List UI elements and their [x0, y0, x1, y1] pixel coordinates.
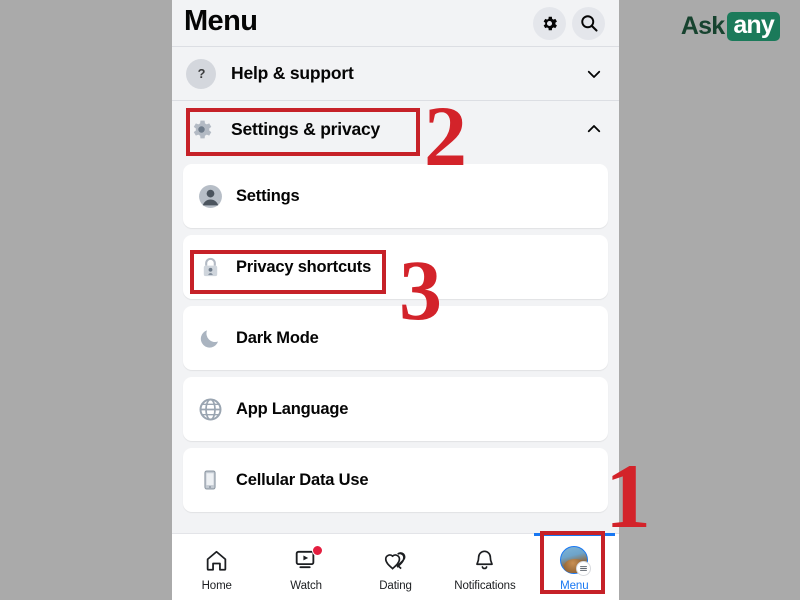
- nav-tab-label: Notifications: [454, 579, 516, 592]
- list-item-label: Settings: [236, 186, 300, 205]
- list-item-cellular-data-use[interactable]: Cellular Data Use: [183, 448, 608, 512]
- nav-tab-notifications[interactable]: Notifications: [440, 534, 529, 600]
- nav-tab-home[interactable]: Home: [172, 534, 261, 600]
- list-item-settings[interactable]: Settings: [183, 164, 608, 228]
- nav-tab-dating[interactable]: Dating: [351, 534, 440, 600]
- moon-icon: [196, 324, 224, 352]
- avatar: [560, 546, 592, 576]
- lock-icon: [196, 253, 224, 281]
- logo-text-any: any: [727, 12, 780, 42]
- phone-screen: Menu ? Help & support Settings & privacy…: [172, 0, 619, 600]
- settings-gear-button[interactable]: [533, 6, 566, 40]
- list-item-label: App Language: [236, 399, 349, 418]
- help-and-support-label: Help & support: [231, 63, 354, 83]
- question-mark-icon: ?: [186, 58, 216, 89]
- search-icon: [580, 15, 598, 32]
- list-item-dark-mode[interactable]: Dark Mode: [183, 306, 608, 370]
- nav-tab-label: Dating: [379, 579, 412, 592]
- annotation-number-1: 1: [605, 445, 651, 547]
- list-item-privacy-shortcuts[interactable]: Privacy shortcuts: [183, 235, 608, 299]
- list-item-app-language[interactable]: App Language: [183, 377, 608, 441]
- gear-icon: [186, 114, 216, 144]
- nav-tab-label: Menu: [560, 579, 589, 592]
- dating-hearts-icon: [384, 551, 406, 570]
- list-item-label: Cellular Data Use: [236, 470, 369, 489]
- help-and-support-row[interactable]: ? Help & support: [172, 47, 619, 100]
- nav-tab-watch[interactable]: Watch: [261, 534, 350, 600]
- app-header: Menu: [172, 0, 619, 46]
- active-tab-indicator: [533, 533, 616, 536]
- phone-icon: [196, 466, 224, 494]
- askany-logo: Ask any: [680, 12, 780, 42]
- annotation-number-3: 3: [399, 242, 442, 338]
- settings-card-list: Settings Privacy shortcuts Dark Mode App…: [172, 164, 619, 512]
- settings-and-privacy-label: Settings & privacy: [231, 118, 381, 139]
- chevron-up-icon: [587, 125, 601, 133]
- gear-icon: [543, 16, 557, 30]
- chevron-down-icon: [587, 70, 601, 78]
- list-item-label: Dark Mode: [236, 328, 319, 347]
- settings-and-privacy-row[interactable]: Settings & privacy: [172, 101, 619, 157]
- logo-text-ask: Ask: [680, 12, 725, 41]
- page-title: Menu: [184, 5, 258, 37]
- list-item-label: Privacy shortcuts: [236, 257, 372, 276]
- bell-icon: [476, 550, 494, 569]
- search-button[interactable]: [572, 6, 605, 40]
- hamburger-menu-icon: [576, 561, 592, 576]
- home-icon: [206, 550, 227, 571]
- nav-tab-label: Home: [201, 579, 232, 592]
- annotation-number-2: 2: [424, 88, 467, 184]
- nav-tab-label: Watch: [290, 579, 322, 592]
- globe-icon: [196, 395, 224, 423]
- person-circle-icon: [196, 182, 224, 210]
- bottom-navigation-bar: Home Watch Dating Notifications Menu: [172, 533, 619, 600]
- watch-badge-dot: [312, 544, 324, 556]
- svg-text:?: ?: [197, 66, 205, 81]
